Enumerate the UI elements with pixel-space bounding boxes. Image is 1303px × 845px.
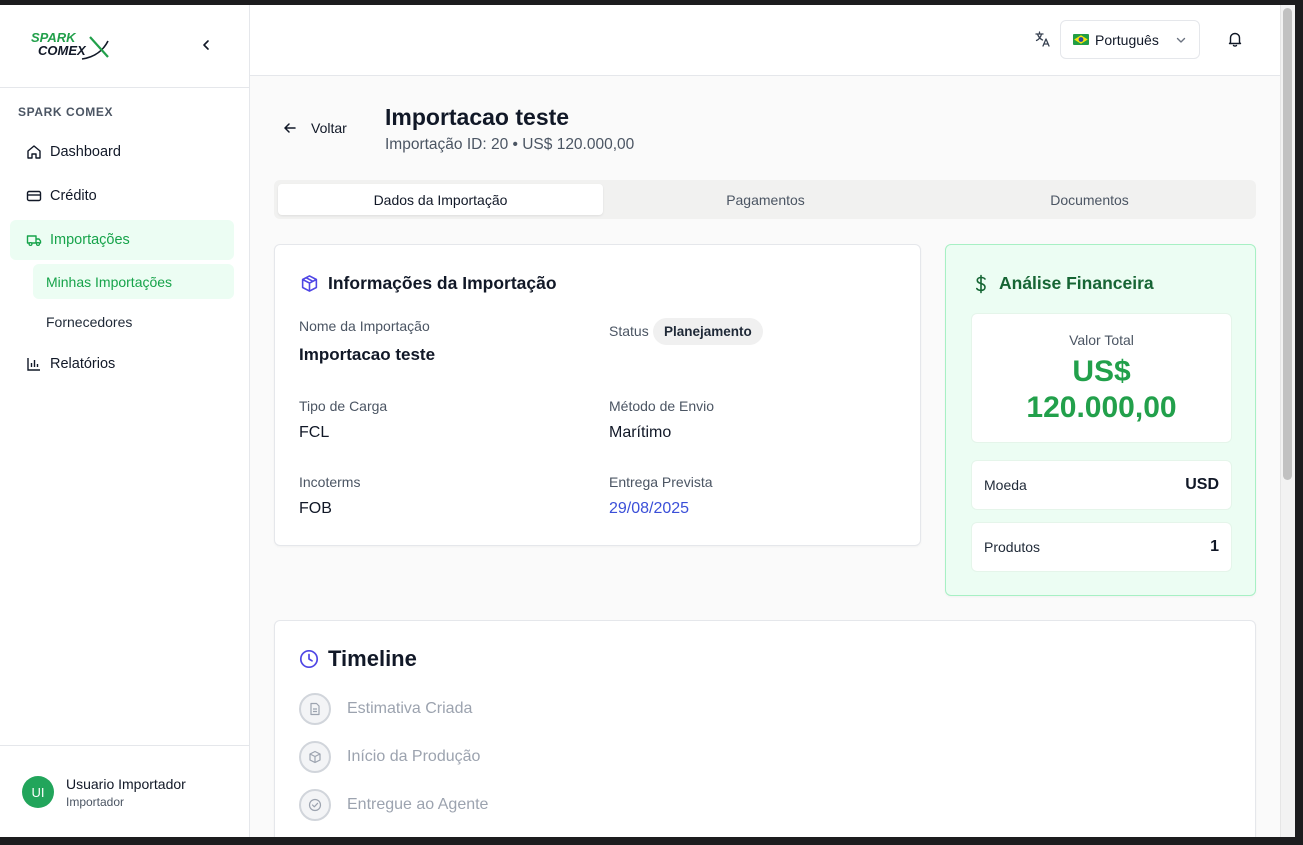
user-role: Importador <box>66 795 125 809</box>
translate-icon <box>1035 31 1050 47</box>
language-label: Português <box>1095 31 1159 48</box>
total-value-box: Valor Total US$ 120.000,00 <box>971 313 1232 443</box>
sidebar-item-label: Dashboard <box>50 144 121 160</box>
chevron-left-icon <box>203 40 209 50</box>
cargo-type-label: Tipo de Carga <box>299 398 388 414</box>
bar-chart-icon <box>26 356 42 372</box>
currency-row: Moeda USD <box>971 460 1232 510</box>
sidebar-item-dashboard[interactable]: Dashboard <box>10 132 234 172</box>
currency-label: Moeda <box>984 477 1027 493</box>
timeline-item-label: Início da Produção <box>347 748 481 765</box>
tab-dados-importacao[interactable]: Dados da Importação <box>278 184 603 215</box>
back-button[interactable]: Voltar <box>283 115 347 141</box>
tab-pagamentos[interactable]: Pagamentos <box>603 184 928 215</box>
timeline-item: Entregue ao Agente <box>299 789 488 821</box>
tab-bar: Dados da Importação Pagamentos Documento… <box>274 180 1256 219</box>
chevron-down-icon <box>1176 37 1186 43</box>
sidebar-item-credito[interactable]: Crédito <box>10 176 234 216</box>
collapse-sidebar-button[interactable] <box>196 35 216 55</box>
app-window: SPARK COMEX SPARK COMEX Dashboard Crédit… <box>0 5 1295 837</box>
page-title: Importacao teste <box>385 104 570 130</box>
svg-text:COMEX: COMEX <box>38 43 87 58</box>
incoterms-label: Incoterms <box>299 474 361 490</box>
page-subtitle: Importação ID: 20 • US$ 120.000,00 <box>385 136 635 153</box>
import-info-title: Informações da Importação <box>300 273 557 294</box>
logo-area: SPARK COMEX <box>0 5 249 88</box>
sidebar-item-label: Crédito <box>50 188 97 204</box>
timeline-item-label: Entregue ao Agente <box>347 796 489 813</box>
delivery-date-label: Entrega Prevista <box>609 474 713 490</box>
sidebar-item-label: Relatórios <box>50 356 116 372</box>
file-text-icon <box>299 693 331 725</box>
home-icon <box>26 144 42 160</box>
sidebar-item-importacoes[interactable]: Importações <box>10 220 234 260</box>
timeline-card: Timeline Estimativa Criada Início da Pro… <box>274 620 1256 837</box>
user-name: Usuario Importador <box>66 776 186 792</box>
currency-value: USD <box>1185 476 1219 493</box>
products-value: 1 <box>1210 538 1219 555</box>
incoterms-value: FOB <box>299 500 332 517</box>
tab-documentos[interactable]: Documentos <box>927 184 1252 215</box>
cargo-type-value: FCL <box>299 424 330 441</box>
bell-icon[interactable] <box>1226 30 1244 48</box>
products-label: Produtos <box>984 539 1041 555</box>
back-label: Voltar <box>311 120 347 136</box>
shipping-method-value: Marítimo <box>609 424 672 441</box>
sidebar-section-label: SPARK COMEX <box>18 105 114 119</box>
sidebar-item-label: Importações <box>50 232 130 248</box>
delivery-date-value: 29/08/2025 <box>609 500 690 517</box>
credit-card-icon <box>26 188 42 204</box>
status-badge: Planejamento <box>653 318 763 345</box>
status-label: Status <box>609 323 649 339</box>
total-value-amount: US$ 120.000,00 <box>1026 355 1177 424</box>
check-circle-icon <box>299 789 331 821</box>
sidebar-subitem-minhas-importacoes[interactable]: Minhas Importações <box>33 264 234 299</box>
total-value-label: Valor Total <box>1069 332 1134 348</box>
shipping-method-label: Método de Envio <box>609 398 715 414</box>
sidebar-item-relatorios[interactable]: Relatórios <box>10 344 234 384</box>
package-icon <box>299 741 331 773</box>
language-select[interactable]: Português <box>1060 20 1200 59</box>
clock-icon <box>299 649 319 669</box>
avatar: UI <box>22 776 54 808</box>
scrollbar-thumb[interactable] <box>1283 8 1292 480</box>
top-header: Português <box>250 5 1280 76</box>
timeline-item: Início da Produção <box>299 741 480 773</box>
user-profile[interactable]: UI Usuario Importador Importador <box>0 745 249 837</box>
spark-comex-logo: SPARK COMEX <box>31 30 109 60</box>
financial-analysis-title: Análise Financeira <box>972 273 1154 294</box>
financial-analysis-card: Análise Financeira Valor Total US$ 120.0… <box>945 244 1256 596</box>
name-label: Nome da Importação <box>299 318 430 334</box>
sidebar: SPARK COMEX SPARK COMEX Dashboard Crédit… <box>0 5 250 837</box>
timeline-item-label: Estimativa Criada <box>347 700 473 717</box>
arrow-left-icon <box>284 123 296 133</box>
package-icon <box>301 275 318 292</box>
brazil-flag-icon <box>1073 34 1089 45</box>
import-info-card: Informações da Importação Nome da Import… <box>274 244 921 546</box>
name-value: Importacao teste <box>299 345 436 364</box>
products-row: Produtos 1 <box>971 522 1232 572</box>
sidebar-subitem-fornecedores[interactable]: Fornecedores <box>33 304 234 339</box>
truck-icon <box>26 232 42 248</box>
dollar-icon <box>976 274 986 293</box>
timeline-item: Estimativa Criada <box>299 693 472 725</box>
timeline-title: Timeline <box>299 646 417 672</box>
